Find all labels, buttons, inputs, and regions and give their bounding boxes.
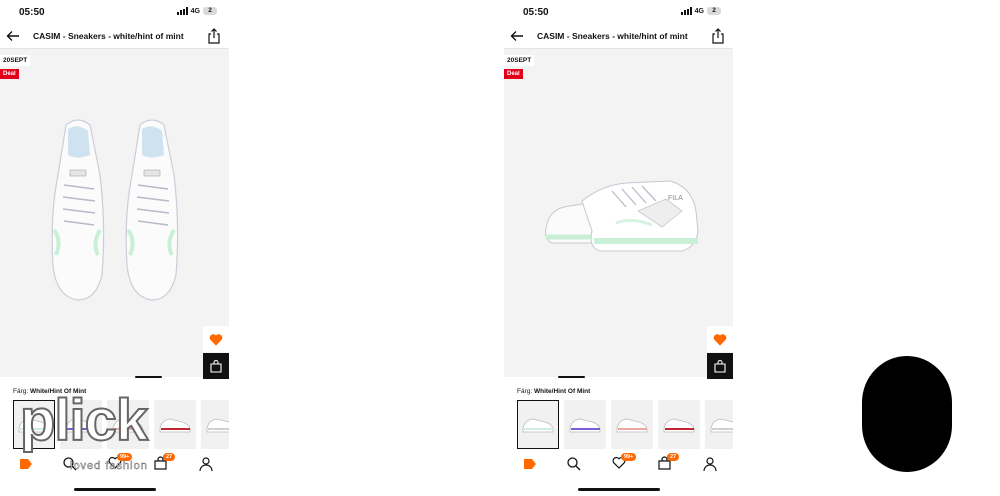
heart-icon [209,333,223,345]
favorites-count-badge: 99+ [621,453,637,461]
deal-badge: Deal [504,69,523,79]
svg-text:FILA: FILA [668,195,683,202]
favorite-button[interactable] [203,326,229,352]
color-variant-thumbnail[interactable] [611,400,653,449]
add-to-bag-button[interactable] [203,353,229,379]
status-indicators: 4G 2 [680,7,721,15]
color-variant-thumbnail[interactable] [564,400,606,449]
color-variants [13,400,229,449]
shopping-bag-icon [714,359,726,373]
add-to-bag-button[interactable] [707,353,733,379]
back-arrow-icon[interactable] [5,28,21,44]
share-icon[interactable] [711,28,725,44]
product-image-area[interactable]: 20SEPT Deal FILA [504,49,733,379]
sneaker-thumbnail-image [206,418,229,432]
sneaker-thumbnail-image [710,418,733,432]
sneaker-thumbnail-image [569,418,601,432]
page-title: CASIM - Sneakers - white/hint of mint [537,31,688,41]
color-label: Färg: White/Hint Of Mint [517,388,591,395]
date-flag: 20SEPT [504,55,535,66]
color-variant-thumbnail[interactable] [658,400,700,449]
black-shape [862,356,952,472]
battery-icon: 2 [707,7,721,15]
bottom-tab-bar: 99+ 27 [0,452,229,476]
heart-icon [713,333,727,345]
bag-count-badge: 27 [667,453,680,461]
profile-tab-icon[interactable] [702,456,718,472]
color-variant-thumbnail[interactable] [60,400,102,449]
bottom-tab-bar: 99+ 27 [504,452,733,476]
network-label: 4G [190,7,200,15]
favorites-tab[interactable]: 99+ [108,453,133,472]
status-bar: 05:50 4G 2 [504,0,733,24]
status-indicators: 4G 2 [176,7,217,15]
signal-icon [176,7,188,15]
signal-icon [680,7,692,15]
color-variant-thumbnail[interactable] [13,400,55,449]
color-variants [517,400,733,449]
sneaker-thumbnail-image [65,418,97,432]
sneaker-thumbnail-image [18,418,50,432]
share-icon[interactable] [207,28,221,44]
bag-tab[interactable]: 27 [154,453,176,472]
status-time: 05:50 [523,7,549,18]
color-variant-thumbnail[interactable] [705,400,733,449]
phone-screen-left: 05:50 4G 2 CASIM - Sneakers - white/hint… [0,0,229,496]
sneakers-side-view-image: FILA [545,180,699,252]
color-variant-thumbnail[interactable] [107,400,149,449]
bag-count-badge: 27 [163,453,176,461]
color-variant-thumbnail[interactable] [201,400,229,449]
home-tab-icon[interactable] [18,456,34,472]
color-variant-thumbnail[interactable] [154,400,196,449]
screenshot-stage: 05:50 4G 2 CASIM - Sneakers - white/hint… [0,0,1000,496]
favorites-tab[interactable]: 99+ [612,453,637,472]
network-label: 4G [694,7,704,15]
sneaker-thumbnail-image [663,418,695,432]
shopping-bag-icon [210,359,222,373]
sneaker-thumbnail-image [112,418,144,432]
phone-screen-right: 05:50 4G 2 CASIM - Sneakers - white/hint… [504,0,733,496]
status-bar: 05:50 4G 2 [0,0,229,24]
home-indicator [578,488,660,491]
sneaker-thumbnail-image [159,418,191,432]
image-carousel-indicator [135,376,162,378]
profile-tab-icon[interactable] [198,456,214,472]
home-indicator [74,488,156,491]
bag-tab[interactable]: 27 [658,453,680,472]
color-variant-thumbnail[interactable] [517,400,559,449]
sneaker-thumbnail-image [616,418,648,432]
page-title: CASIM - Sneakers - white/hint of mint [33,31,184,41]
deal-badge: Deal [0,69,19,79]
search-tab-icon[interactable] [62,456,78,472]
image-carousel-indicator [558,376,585,378]
search-tab-icon[interactable] [566,456,582,472]
product-header: CASIM - Sneakers - white/hint of mint [0,24,229,49]
home-tab-icon[interactable] [522,456,538,472]
favorites-count-badge: 99+ [117,453,133,461]
date-flag: 20SEPT [0,55,31,66]
status-time: 05:50 [19,7,45,18]
product-header: CASIM - Sneakers - white/hint of mint [504,24,733,49]
battery-icon: 2 [203,7,217,15]
color-label: Färg: White/Hint Of Mint [13,388,87,395]
sneakers-top-view-image [51,119,179,301]
product-image-area[interactable]: 20SEPT Deal [0,49,229,379]
back-arrow-icon[interactable] [509,28,525,44]
sneaker-thumbnail-image [522,418,554,432]
favorite-button[interactable] [707,326,733,352]
